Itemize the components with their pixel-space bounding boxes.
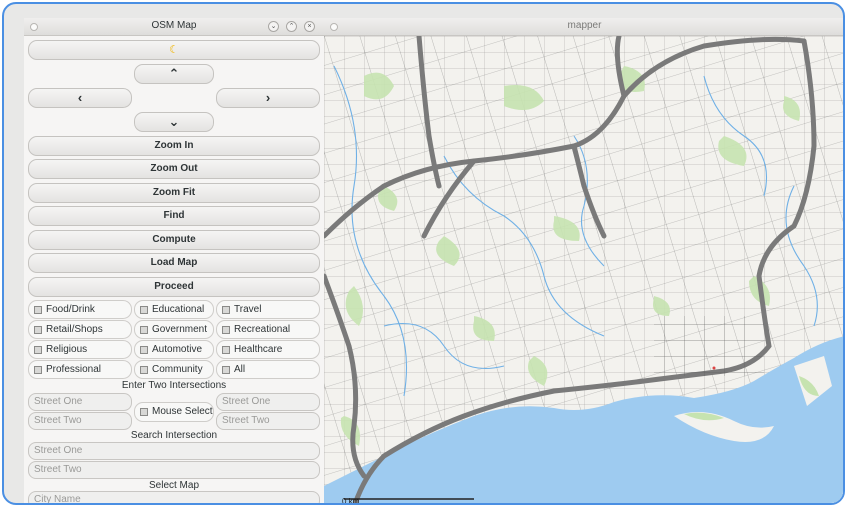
- filter-label: Healthcare: [234, 344, 283, 355]
- scale-bar-label: 0 km: [342, 497, 360, 505]
- filter-label: Government: [152, 324, 208, 335]
- city-name-field[interactable]: [34, 494, 319, 503]
- checkbox-icon: [222, 346, 230, 354]
- filter-educational[interactable]: Educational: [134, 300, 214, 319]
- load-map-button[interactable]: Load Map: [28, 253, 320, 273]
- pan-right-button[interactable]: ›: [216, 88, 320, 108]
- checkbox-icon: [222, 366, 230, 374]
- minimize-button[interactable]: ⌄: [268, 21, 279, 32]
- chevron-down-icon: ⌄: [168, 114, 180, 129]
- pan-left-button[interactable]: ‹: [28, 88, 132, 108]
- mouse-select-label: Mouse Select: [152, 406, 213, 417]
- filter-food-drink[interactable]: Food/Drink: [28, 300, 132, 319]
- filter-religious[interactable]: Religious: [28, 340, 132, 359]
- intersection-a-street-one-input[interactable]: [28, 393, 132, 411]
- window-title: OSM Map: [151, 20, 197, 31]
- chevron-right-icon: ›: [265, 90, 271, 105]
- search-intersection-heading: Search Intersection: [130, 430, 218, 441]
- control-panel-window: OSM Map ⌄ ⌃ × ☾ ⌃ ‹ › ⌄ Zoom In Zoom Out…: [24, 18, 324, 503]
- checkbox-icon: [34, 346, 42, 354]
- chevron-left-icon: ‹: [77, 90, 83, 105]
- intersection-b-street-one-field[interactable]: [222, 396, 319, 407]
- checkbox-icon: [34, 326, 42, 334]
- checkbox-icon: [140, 326, 148, 334]
- checkbox-icon: [34, 306, 42, 314]
- proceed-button[interactable]: Proceed: [28, 277, 320, 297]
- downtown-core: [654, 316, 764, 376]
- select-map-heading: Select Map: [148, 480, 200, 491]
- mouse-select-toggle[interactable]: Mouse Select: [134, 402, 214, 422]
- control-panel-titlebar: OSM Map ⌄ ⌃ ×: [24, 18, 324, 36]
- map-canvas[interactable]: 0 km: [324, 36, 845, 505]
- filter-government[interactable]: Government: [134, 320, 214, 339]
- filter-label: Food/Drink: [46, 304, 95, 315]
- filter-recreational[interactable]: Recreational: [216, 320, 320, 339]
- zoom-in-button[interactable]: Zoom In: [28, 136, 320, 156]
- chevron-up-icon: ⌃: [168, 66, 180, 81]
- filter-automotive[interactable]: Automotive: [134, 340, 214, 359]
- filter-label: Automotive: [152, 344, 203, 355]
- screen-frame: OSM Map ⌄ ⌃ × ☾ ⌃ ‹ › ⌄ Zoom In Zoom Out…: [2, 2, 845, 505]
- moon-icon: ☾: [169, 44, 179, 56]
- filter-label: Recreational: [234, 324, 291, 335]
- intersection-a-street-two-input[interactable]: [28, 412, 132, 430]
- filter-all[interactable]: All: [216, 360, 320, 379]
- downtown-marker-icon: [712, 366, 716, 370]
- filter-label: Professional: [46, 364, 102, 375]
- map-window-title: mapper: [567, 20, 602, 31]
- theme-toggle-button[interactable]: ☾: [28, 40, 320, 60]
- intersection-a-street-two-field[interactable]: [34, 415, 131, 426]
- close-button[interactable]: ×: [304, 21, 315, 32]
- search-street-two-input[interactable]: [28, 461, 320, 479]
- map-titlebar: mapper: [324, 18, 843, 36]
- filter-professional[interactable]: Professional: [28, 360, 132, 379]
- search-street-one-field[interactable]: [34, 445, 319, 456]
- checkbox-icon: [140, 408, 148, 416]
- search-street-one-input[interactable]: [28, 442, 320, 460]
- filter-healthcare[interactable]: Healthcare: [216, 340, 320, 359]
- zoom-out-button[interactable]: Zoom Out: [28, 159, 320, 179]
- search-street-two-field[interactable]: [34, 464, 319, 475]
- maximize-button[interactable]: ⌃: [286, 21, 297, 32]
- intersection-b-street-one-input[interactable]: [216, 393, 320, 411]
- pan-down-button[interactable]: ⌄: [134, 112, 214, 132]
- checkbox-icon: [140, 346, 148, 354]
- city-name-input[interactable]: [28, 491, 320, 503]
- filter-community[interactable]: Community: [134, 360, 214, 379]
- pan-up-button[interactable]: ⌃: [134, 64, 214, 84]
- checkbox-icon: [140, 306, 148, 314]
- intersections-heading: Enter Two Intersections: [121, 380, 227, 391]
- checkbox-icon: [34, 366, 42, 374]
- filter-label: Travel: [234, 304, 262, 315]
- find-button[interactable]: Find: [28, 206, 320, 226]
- compute-button[interactable]: Compute: [28, 230, 320, 250]
- filter-travel[interactable]: Travel: [216, 300, 320, 319]
- checkbox-icon: [222, 326, 230, 334]
- zoom-fit-button[interactable]: Zoom Fit: [28, 183, 320, 203]
- intersection-b-street-two-input[interactable]: [216, 412, 320, 430]
- intersection-a-street-one-field[interactable]: [34, 396, 131, 407]
- filter-label: Community: [152, 364, 203, 375]
- map-window: mapper 0 km: [324, 18, 845, 505]
- checkbox-icon: [140, 366, 148, 374]
- intersection-b-street-two-field[interactable]: [222, 415, 319, 426]
- filter-label: Educational: [152, 304, 205, 315]
- filter-label: Retail/Shops: [46, 324, 103, 335]
- checkbox-icon: [222, 306, 230, 314]
- filter-retail-shops[interactable]: Retail/Shops: [28, 320, 132, 339]
- filter-label: Religious: [46, 344, 88, 355]
- filter-label: All: [234, 364, 246, 375]
